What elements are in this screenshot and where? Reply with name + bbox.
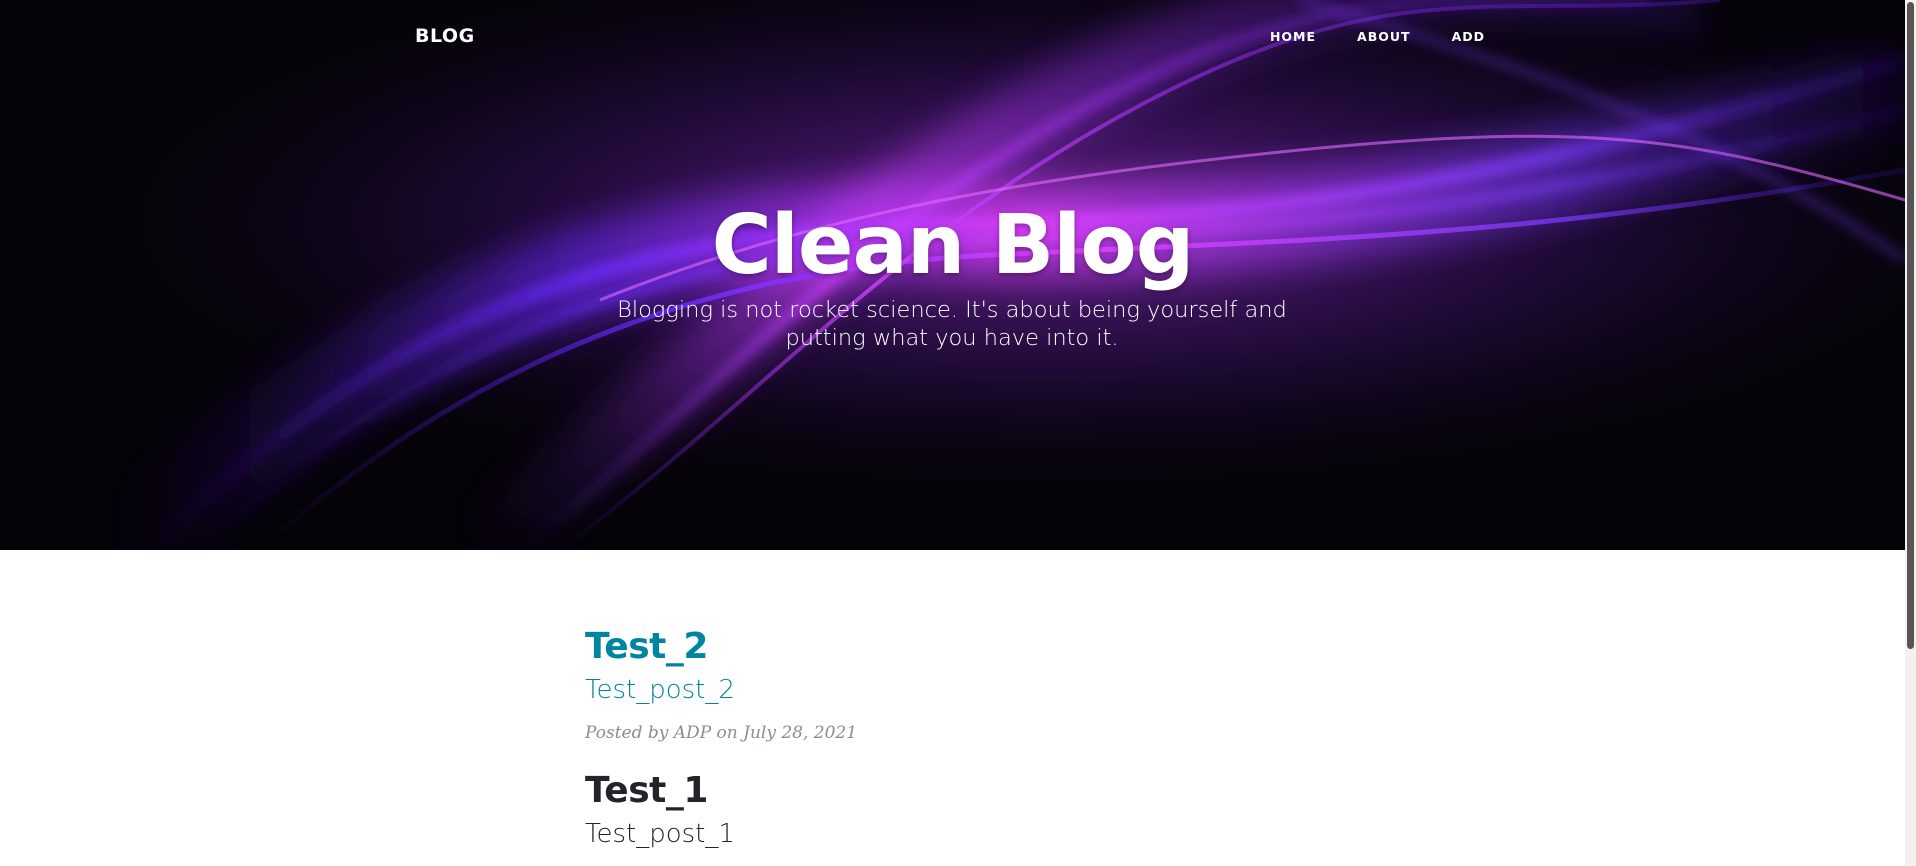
masthead: BLOG HOME ABOUT ADD Clean Blog Blogging …	[0, 0, 1905, 550]
post-subtitle-link[interactable]: Test_post_1	[585, 817, 1345, 851]
post-meta: Posted by ADP on July 28, 2021	[585, 721, 1345, 745]
page-scrollbar[interactable]	[1905, 0, 1916, 866]
post-meta-prefix: Posted by	[585, 723, 669, 743]
post-title-link[interactable]: Test_2	[585, 625, 1345, 669]
post-subtitle-link[interactable]: Test_post_2	[585, 673, 1345, 707]
nav-link-add[interactable]: ADD	[1452, 29, 1485, 44]
post-author-link[interactable]: ADP	[674, 723, 711, 743]
nav-link-about[interactable]: ABOUT	[1357, 29, 1411, 44]
post-title-link[interactable]: Test_1	[585, 769, 1345, 813]
post-meta-on: on	[716, 723, 738, 743]
post-preview: Test_2 Test_post_2 Posted by ADP on July…	[585, 625, 1345, 745]
post-date: July 28, 2021	[743, 723, 858, 743]
post-list: Test_2 Test_post_2 Posted by ADP on July…	[585, 625, 1345, 866]
scrollbar-thumb[interactable]	[1907, 2, 1914, 649]
post-preview: Test_1 Test_post_1	[585, 769, 1345, 851]
site-subheading: Blogging is not rocket science. It's abo…	[617, 297, 1287, 351]
navbar: BLOG HOME ABOUT ADD	[0, 0, 1905, 76]
nav-link-home[interactable]: HOME	[1270, 29, 1316, 44]
nav-links: HOME ABOUT ADD	[1229, 29, 1485, 44]
brand-link[interactable]: BLOG	[415, 25, 475, 47]
site-heading: Clean Blog	[711, 198, 1195, 293]
